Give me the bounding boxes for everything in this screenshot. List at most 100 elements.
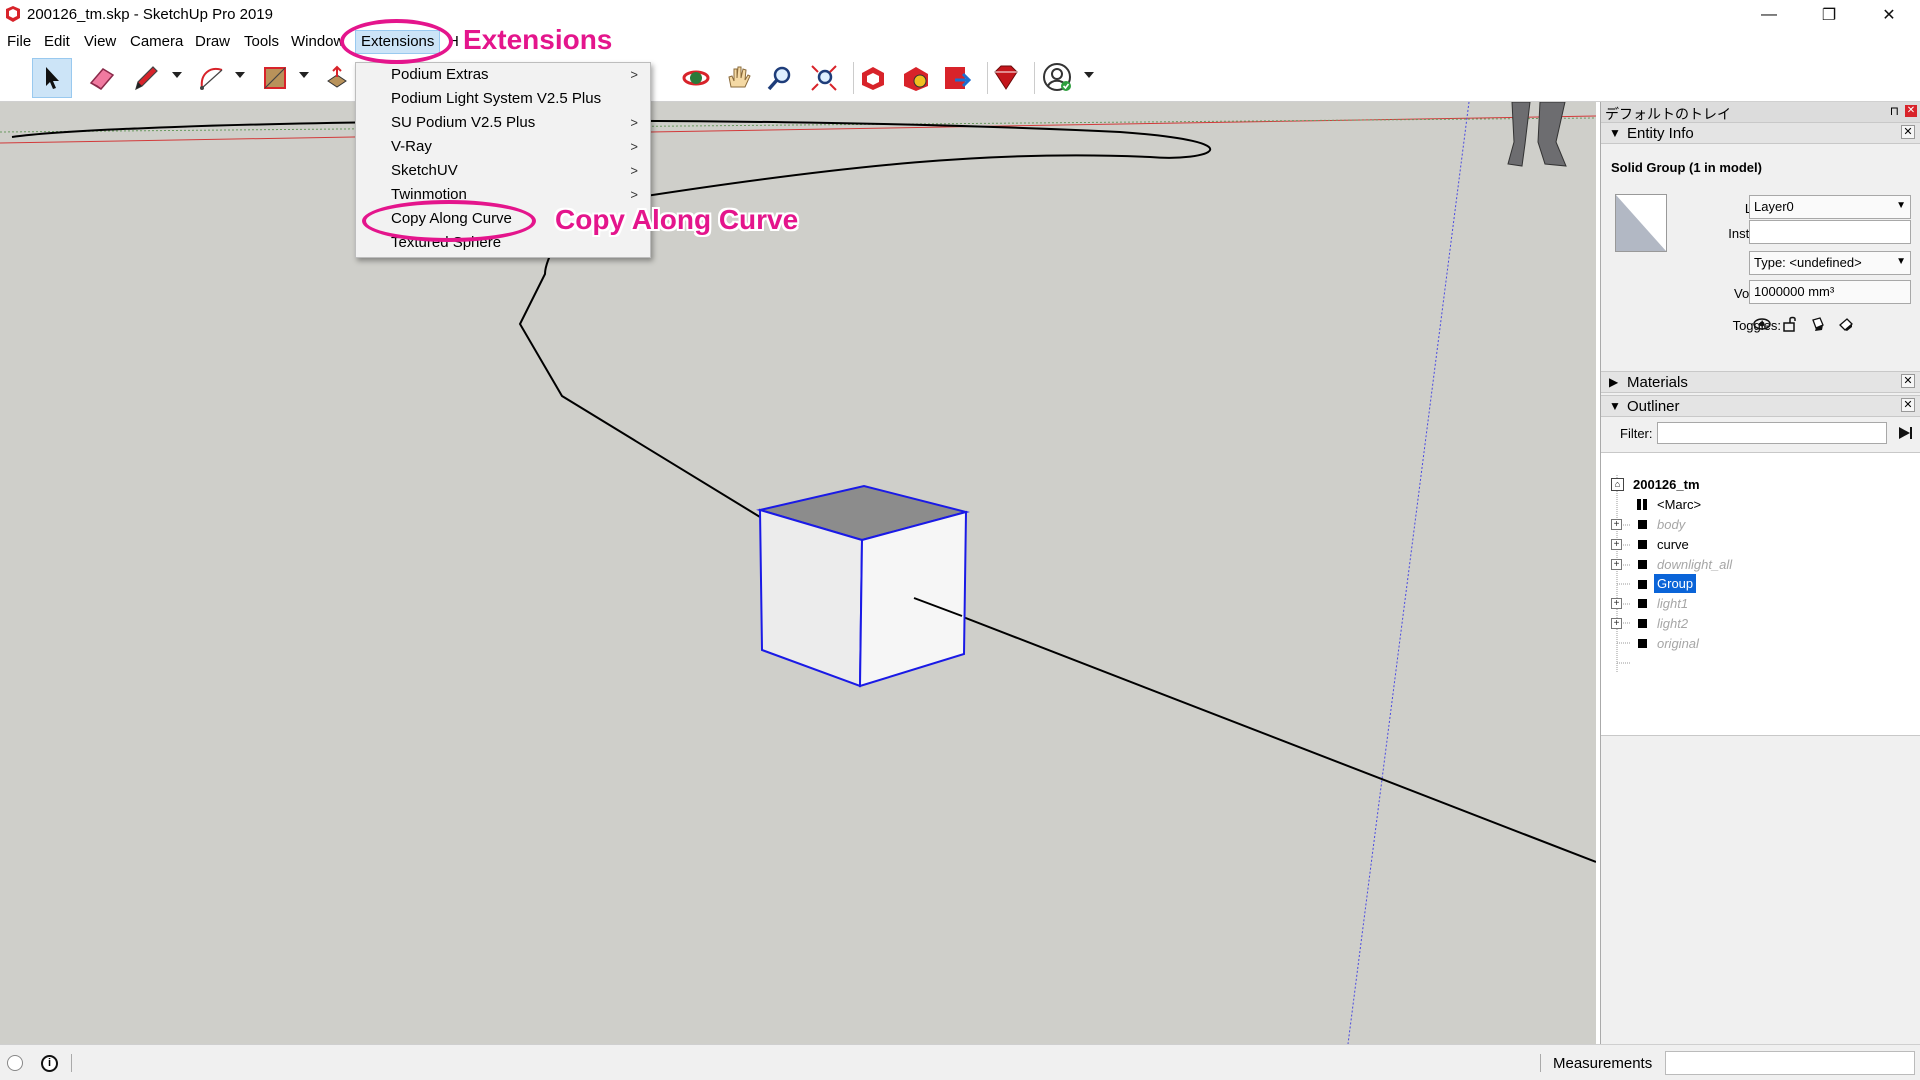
pencil-dropdown-arrow[interactable] (172, 72, 182, 78)
panel-close-icon[interactable]: ✕ (1901, 374, 1915, 388)
blue-axis-line (1347, 102, 1470, 1044)
component-icon (1637, 499, 1648, 510)
collapse-triangle-icon: ▼ (1609, 399, 1621, 413)
window-title: 200126_tm.skp - SketchUp Pro 2019 (27, 6, 273, 23)
layout-send-button[interactable] (937, 58, 977, 98)
pin-icon[interactable]: ⊓ (1890, 104, 1899, 118)
drawing-viewport[interactable] (0, 102, 1596, 1044)
tray-title-bar: デフォルトのトレイ ⊓ ✕ (1601, 102, 1920, 122)
menu-item-sketchuv[interactable]: SketchUV > (356, 159, 650, 183)
outliner-filter-input[interactable] (1657, 422, 1887, 444)
tray-close-icon[interactable]: ✕ (1905, 105, 1917, 117)
expand-plus-icon[interactable]: + (1611, 598, 1622, 609)
title-bar: 200126_tm.skp - SketchUp Pro 2019 — ❐ ✕ (0, 0, 1920, 30)
user-account-icon (1043, 63, 1071, 91)
outliner-tree: ⌂ 200126_tm <Marc> + body + curve + down… (1601, 452, 1920, 736)
select-arrow-icon (46, 67, 59, 89)
lock-icon[interactable] (1779, 313, 1801, 335)
menu-bar: File Edit View Camera Draw Tools Window … (0, 30, 1920, 54)
instance-input[interactable] (1749, 220, 1911, 244)
account-dropdown-arrow[interactable] (1084, 72, 1094, 78)
minimize-button[interactable]: — (1740, 0, 1798, 30)
arc-dropdown-arrow[interactable] (235, 72, 245, 78)
outliner-header[interactable]: ▼ Outliner ✕ (1601, 395, 1920, 417)
model-icon: ⌂ (1611, 478, 1624, 491)
outliner-item-name: body (1657, 517, 1686, 532)
panel-close-icon[interactable]: ✕ (1901, 398, 1915, 412)
submenu-arrow-icon: > (630, 139, 638, 154)
group-icon (1638, 599, 1647, 608)
geolocation-icon[interactable] (7, 1055, 23, 1071)
outliner-item-name: curve (1657, 537, 1689, 552)
submenu-arrow-icon: > (630, 115, 638, 130)
scale-figure (1507, 102, 1567, 167)
submenu-arrow-icon: > (630, 163, 638, 178)
zoom-tool-button[interactable] (760, 58, 800, 98)
chevron-down-icon: ▼ (1896, 200, 1906, 211)
menu-camera[interactable]: Camera (130, 33, 183, 50)
visibility-eye-icon[interactable] (1751, 313, 1773, 335)
expand-plus-icon[interactable]: + (1611, 559, 1622, 570)
material-swatch[interactable] (1615, 194, 1667, 252)
account-button[interactable] (1038, 58, 1078, 98)
arc-tool-button[interactable] (192, 58, 232, 98)
receive-shadows-icon[interactable] (1835, 313, 1857, 335)
measurements-input[interactable] (1665, 1051, 1915, 1075)
select-tool-button[interactable] (32, 58, 72, 98)
group-icon (1638, 560, 1647, 569)
expand-plus-icon[interactable]: + (1611, 618, 1622, 629)
menu-item-v-ray[interactable]: V-Ray > (356, 135, 650, 159)
menu-item-podium-light-system[interactable]: Podium Light System V2.5 Plus (356, 87, 650, 111)
close-button[interactable]: ✕ (1860, 0, 1918, 30)
menu-window[interactable]: Window (291, 33, 343, 50)
selected-group-cube[interactable] (756, 484, 970, 688)
submenu-arrow-icon: > (630, 67, 638, 82)
menu-file[interactable]: File (7, 33, 31, 50)
3d-warehouse-button[interactable] (853, 58, 893, 98)
rectangle-dropdown-arrow[interactable] (299, 72, 309, 78)
pencil-tool-button[interactable] (126, 58, 166, 98)
push-pull-tool-button[interactable] (322, 58, 352, 98)
menu-item-label: Twinmotion (391, 186, 467, 203)
eraser-tool-button[interactable] (82, 58, 122, 98)
rectangle-tool-button[interactable] (255, 58, 295, 98)
arc-icon (200, 68, 223, 90)
menu-extensions[interactable]: Extensions (355, 30, 441, 54)
pencil-icon (135, 66, 158, 91)
filter-label: Filter: (1620, 426, 1653, 441)
cast-shadows-icon[interactable] (1807, 313, 1829, 335)
extension-manager-button[interactable] (986, 58, 1026, 98)
layer-value: Layer0 (1754, 199, 1794, 214)
menu-item-podium-extras[interactable]: Podium Extras > (356, 63, 650, 87)
menu-item-su-podium[interactable]: SU Podium V2.5 Plus > (356, 111, 650, 135)
menu-tools[interactable]: Tools (244, 33, 279, 50)
group-icon (1638, 619, 1647, 628)
zoom-extents-icon (811, 65, 837, 91)
maximize-button[interactable]: ❐ (1800, 0, 1858, 30)
info-icon[interactable]: i (41, 1055, 58, 1072)
type-select[interactable]: Type: <undefined> ▼ (1749, 251, 1911, 275)
expand-plus-icon[interactable]: + (1611, 539, 1622, 550)
group-icon (1638, 540, 1647, 549)
panel-close-icon[interactable]: ✕ (1901, 125, 1915, 139)
outliner-title: Outliner (1627, 398, 1680, 415)
outliner-details-icon[interactable] (1896, 424, 1914, 446)
model-scene[interactable] (0, 102, 1596, 1044)
outliner-item-name: <Marc> (1657, 497, 1702, 512)
ruby-gem-icon (994, 65, 1018, 90)
pan-tool-button[interactable] (718, 58, 758, 98)
extension-warehouse-button[interactable] (896, 58, 936, 98)
materials-header[interactable]: ▶ Materials ✕ (1601, 371, 1920, 393)
rectangle-icon (264, 67, 286, 89)
expand-plus-icon[interactable]: + (1611, 519, 1622, 530)
entity-info-header[interactable]: ▼ Entity Info ✕ (1601, 122, 1920, 144)
outliner-row-original[interactable]: original (1601, 632, 1919, 656)
group-icon (1638, 639, 1647, 648)
layer-select[interactable]: Layer0 ▼ (1749, 195, 1911, 219)
menu-edit[interactable]: Edit (44, 33, 70, 50)
menu-view[interactable]: View (84, 33, 116, 50)
menu-help[interactable]: H (448, 33, 460, 50)
menu-draw[interactable]: Draw (195, 33, 230, 50)
zoom-extents-tool-button[interactable] (804, 58, 844, 98)
orbit-tool-button[interactable] (676, 58, 716, 98)
